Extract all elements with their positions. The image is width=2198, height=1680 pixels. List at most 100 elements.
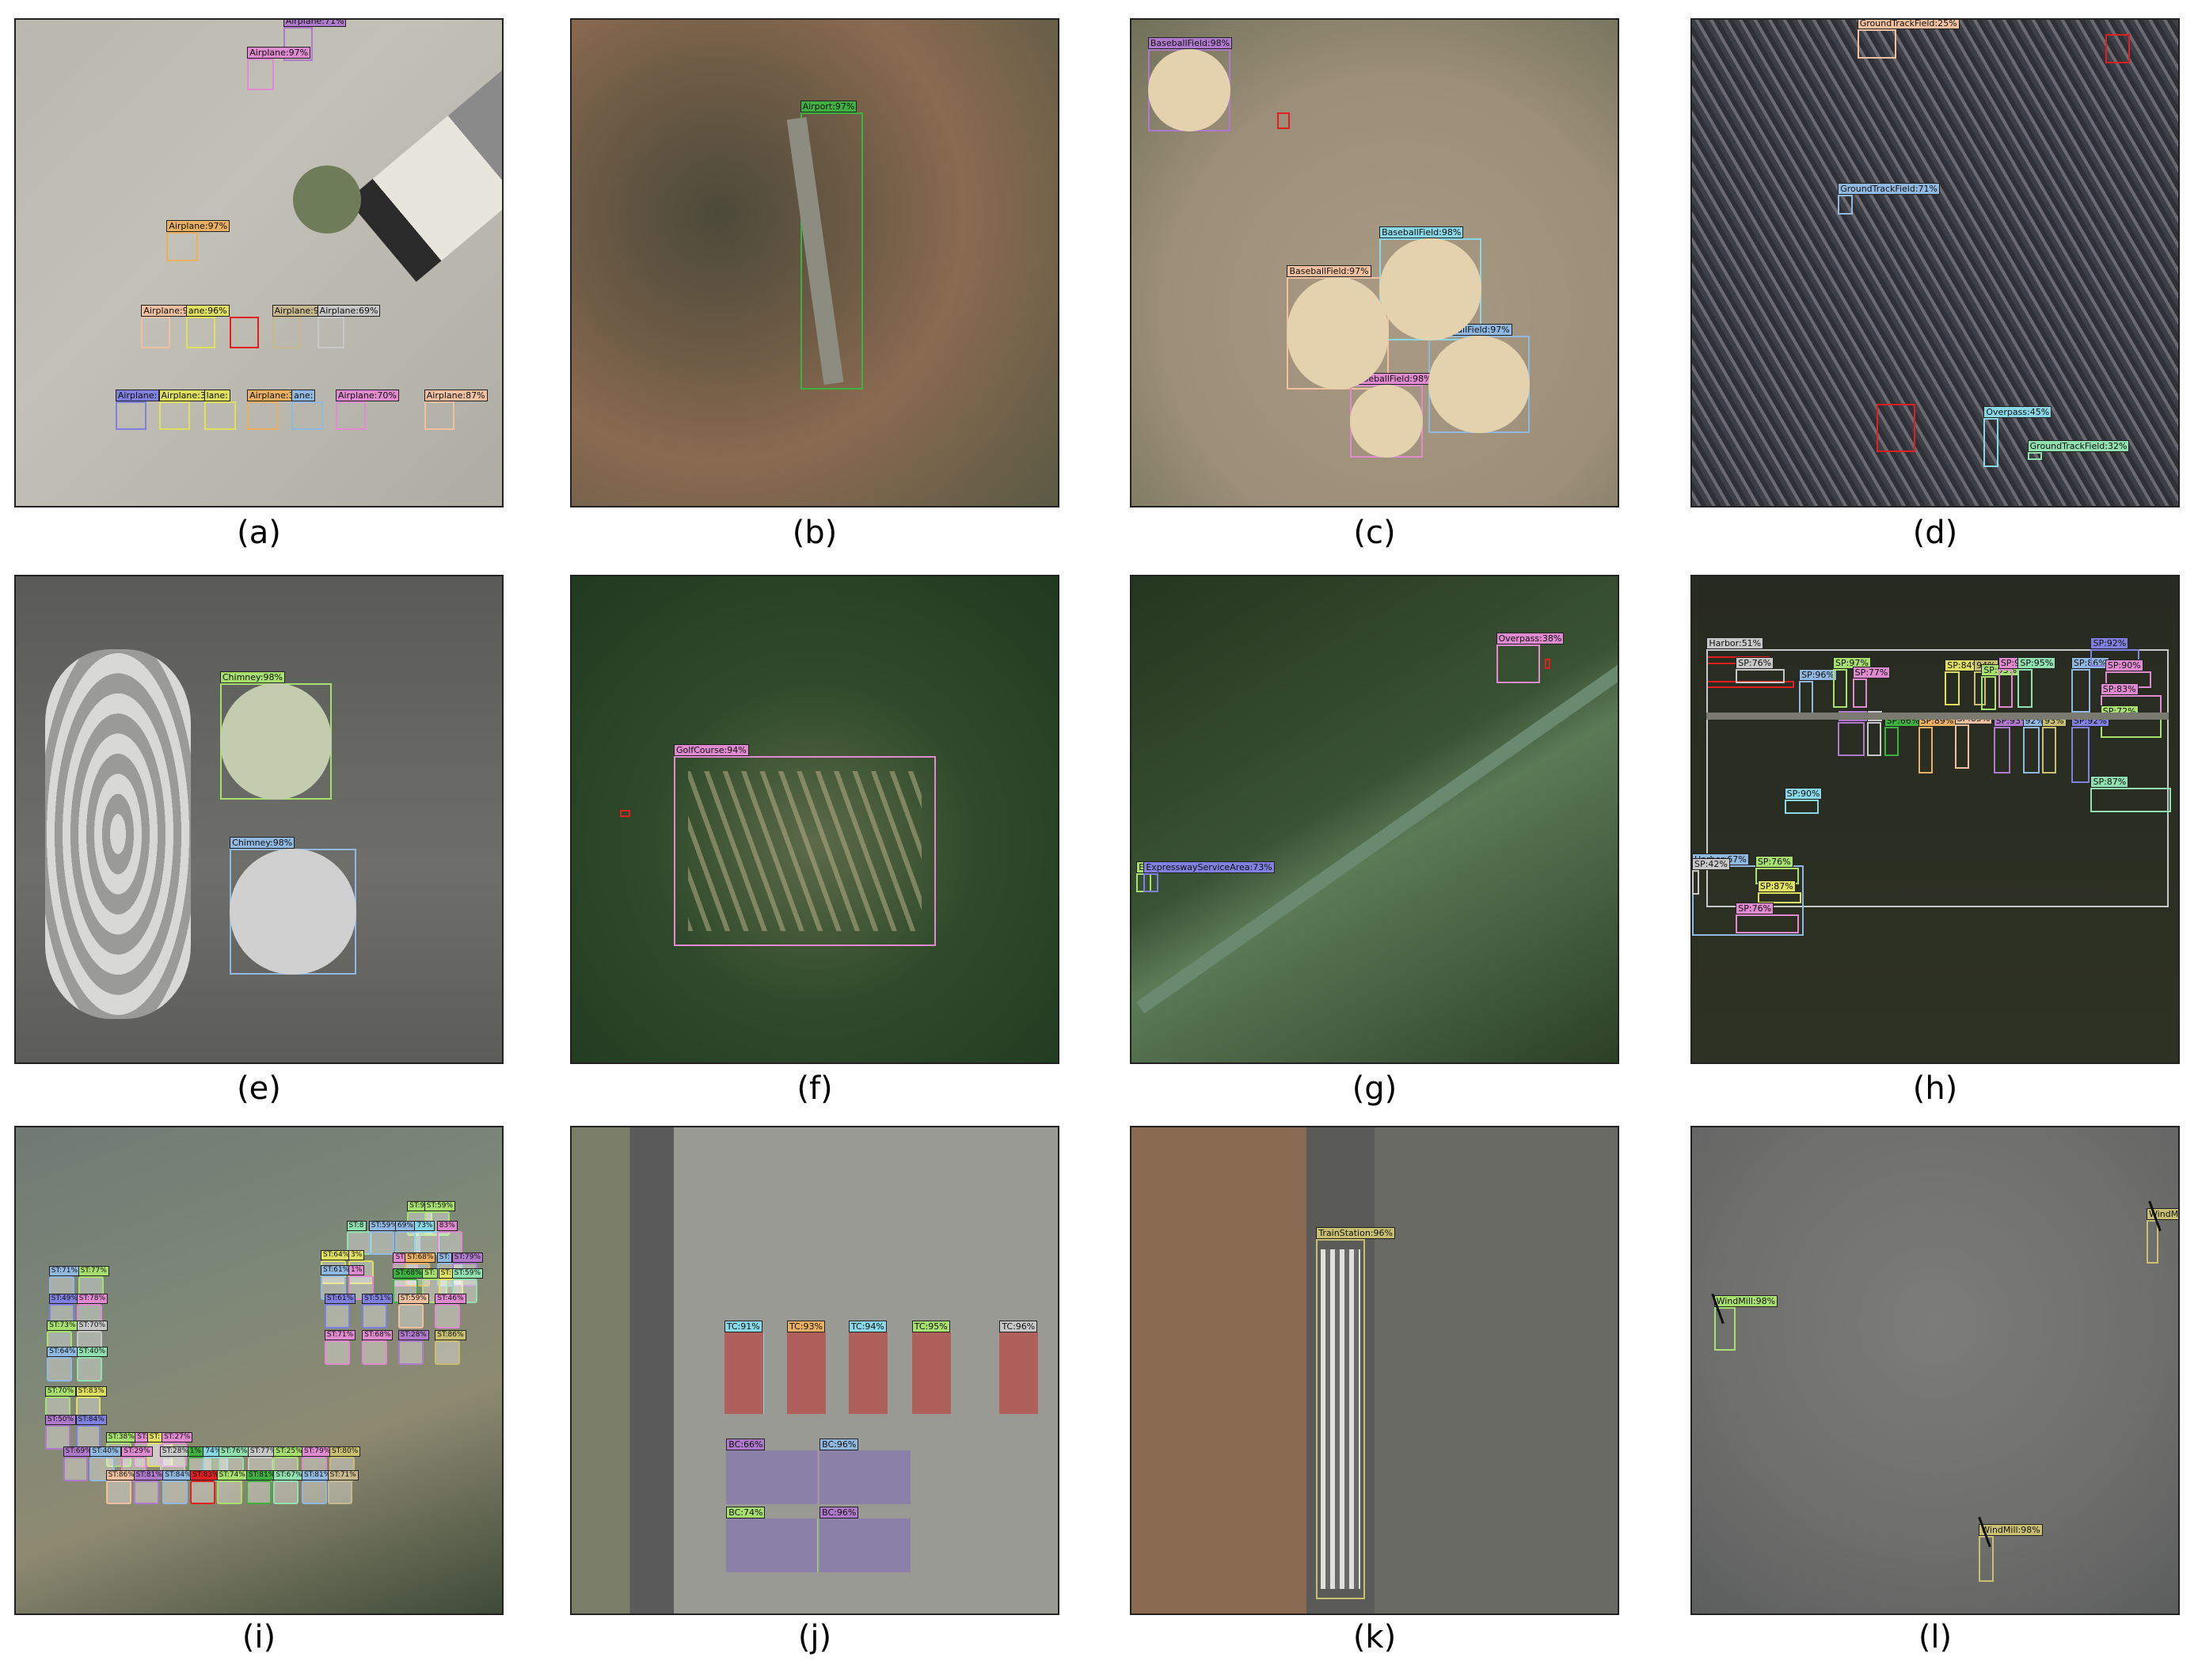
detection-label: ST:49% <box>48 1293 81 1304</box>
detection-box <box>166 232 198 262</box>
detection-label: BC:74% <box>726 1507 766 1519</box>
river <box>1135 639 1618 1014</box>
detection-label: Airplane:71% <box>283 20 347 28</box>
detection-label: ST:73% <box>47 1320 78 1331</box>
detection-box <box>2017 668 2033 708</box>
detection-box <box>246 1480 272 1505</box>
detection-label: ST:50% <box>44 1415 77 1426</box>
detection-label: BC:96% <box>819 1439 859 1451</box>
detection-label: TC:95% <box>911 1321 950 1333</box>
hangar-building <box>347 59 502 282</box>
detection-box <box>247 59 275 91</box>
detection-box <box>1979 1535 1994 1583</box>
detection-box <box>162 1480 188 1505</box>
detection-box <box>185 316 215 349</box>
image-panel-windmills: WindMill:98%WindMillWindMill:98% <box>1690 1126 2180 1615</box>
detection-box <box>324 1340 350 1365</box>
detection-label: GroundTrackField:32% <box>2027 440 2130 453</box>
image-panel-storage-tanks: ST:9 ST:59% ST:8 ST:59% 69% 73% 83% ST:64% 3% ST:… <box>14 1126 504 1615</box>
detection-box <box>1954 724 1969 769</box>
detection-box <box>141 316 171 349</box>
detection-label: ST:86% <box>105 1469 137 1480</box>
detection-label: SP:42% <box>1692 858 1730 871</box>
detection-label: ST:27% <box>162 1432 193 1443</box>
detection-box <box>397 1340 424 1365</box>
detection-box <box>63 1457 89 1481</box>
detection-box <box>1692 870 1700 895</box>
detection-box <box>1945 671 1960 705</box>
detection-box-unlabeled <box>620 809 630 817</box>
detection-label: ST:77% <box>78 1266 109 1277</box>
golf-fairways <box>688 770 922 932</box>
grass-patch <box>292 165 361 234</box>
detection-label: Chimney:98% <box>230 836 295 849</box>
detection-label: Chimney:98% <box>219 671 285 684</box>
detection-box <box>1833 668 1848 708</box>
detection-label: 3% <box>348 1249 365 1260</box>
detection-label: ST:71% <box>48 1266 81 1277</box>
detection-label: ST:78% <box>76 1293 108 1304</box>
detection-label: ST:38% <box>105 1432 137 1443</box>
detection-label: BC:96% <box>819 1507 859 1519</box>
detection-label: ST:8 <box>346 1220 367 1231</box>
detection-box <box>76 1357 102 1382</box>
detection-box <box>435 1303 461 1328</box>
detection-label: TC:93% <box>787 1321 825 1333</box>
detection-label: ST:80% <box>329 1446 361 1458</box>
station-platforms <box>1321 1249 1360 1590</box>
infield-dirt <box>1147 48 1231 132</box>
detection-label: ST:28% <box>397 1329 429 1340</box>
detection-box <box>424 401 455 430</box>
detection-label: ST:68% <box>405 1252 436 1263</box>
detection-label: BaseballField:98% <box>1147 36 1233 49</box>
detection-box <box>2022 727 2040 773</box>
detection-box-unlabeled <box>230 316 259 349</box>
panel-caption: (l) <box>1918 1619 1953 1655</box>
image-panel-airplanes: Airplane:71% Airplane:97% Airplane:97% Airp… <box>14 18 504 507</box>
detection-box <box>133 1480 159 1505</box>
detection-label: ST: <box>436 1252 452 1263</box>
detection-label: ST:46% <box>435 1293 466 1304</box>
detection-box <box>1736 668 1785 684</box>
chimney-top <box>230 848 356 975</box>
basketball-court-surface <box>726 1450 818 1504</box>
detection-box <box>1993 727 2011 773</box>
detection-label: Airplane:70% <box>336 389 399 401</box>
detection-label: ST:51% <box>362 1293 394 1304</box>
detection-box <box>1713 1307 1736 1351</box>
detection-box <box>1884 727 1899 757</box>
detection-label: Airplane:69% <box>317 304 381 317</box>
detection-box <box>216 1480 242 1505</box>
detection-label: ST:76% <box>219 1446 250 1458</box>
detection-label: ST:59% <box>424 1201 456 1212</box>
detection-label: BC:66% <box>726 1439 766 1451</box>
detection-label: 83% <box>436 1220 458 1231</box>
detection-label: ST:83% <box>75 1385 107 1397</box>
detection-box <box>2100 717 2162 739</box>
detection-label: SP:90% <box>1784 788 1823 800</box>
panel-caption: (a) <box>237 515 281 551</box>
detection-label: SP:96% <box>1799 669 1837 681</box>
detection-label: ST:59% <box>397 1293 429 1304</box>
detection-label: Airplane:87% <box>424 389 488 401</box>
detection-box-unlabeled <box>1544 659 1551 669</box>
detection-label: SP:92% <box>2090 637 2129 650</box>
tennis-court-surface <box>724 1332 763 1414</box>
detection-box <box>368 1230 394 1256</box>
detection-label: SP:87% <box>2090 776 2129 789</box>
detection-box <box>272 316 302 349</box>
chimney-top <box>219 683 333 800</box>
detection-label: ST:29% <box>121 1446 153 1458</box>
image-panel-tennis-basketball-courts: TC:91% TC:93% TC:94% TC:95% TC:96% BC:66% BC:9… <box>570 1126 1059 1615</box>
detection-label: 69% <box>394 1220 416 1231</box>
detection-box <box>2071 668 2091 713</box>
detection-box <box>435 1340 461 1365</box>
detection-box <box>1784 800 1819 814</box>
panel-caption: (d) <box>1912 515 1958 551</box>
cooling-structure <box>44 649 192 1019</box>
detection-label: Airport:97% <box>800 100 858 112</box>
detection-label: ST:81% <box>246 1469 278 1480</box>
panel-caption: (i) <box>241 1619 276 1655</box>
detection-box-unlabeled <box>1277 112 1290 130</box>
detection-box <box>291 401 324 430</box>
